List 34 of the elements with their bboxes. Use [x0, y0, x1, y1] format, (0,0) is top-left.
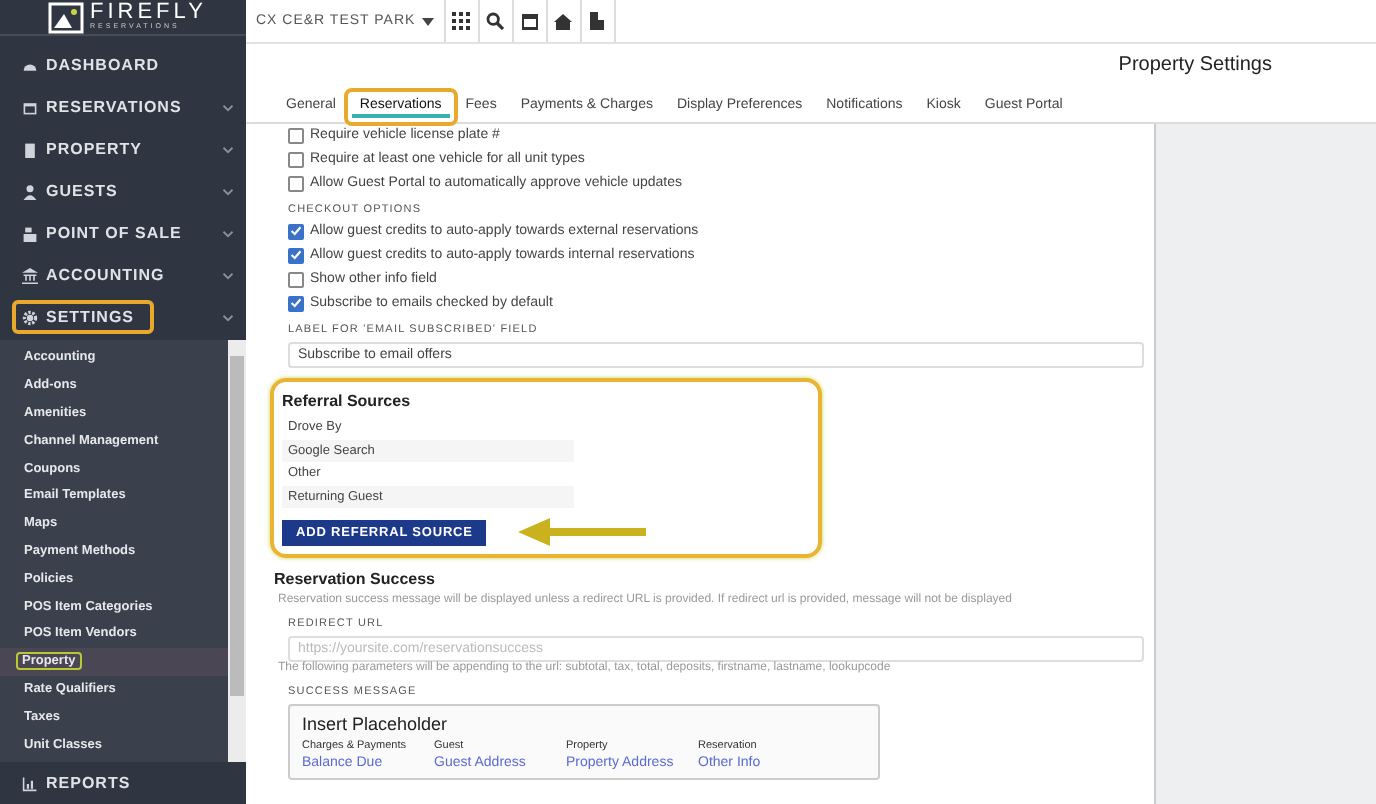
nav-item[interactable]: GUESTS: [12, 174, 128, 208]
home-icon: [554, 13, 573, 29]
caret-icon: [421, 17, 434, 25]
section-title: Referral Sources: [282, 392, 413, 410]
calendar-icon: [521, 12, 538, 30]
logo-icon: [48, 1, 84, 33]
chevron-icon[interactable]: [222, 145, 234, 153]
logo-name: FIREFLY: [90, 2, 207, 25]
chevron-icon[interactable]: [222, 271, 234, 279]
page-title: Property Settings: [1116, 52, 1274, 76]
building-icon: [22, 141, 38, 157]
building-icon: [588, 12, 607, 30]
panel-title: Insert Placeholder: [302, 714, 450, 734]
chevron-icon[interactable]: [222, 187, 234, 195]
nav-item[interactable]: POINT OF SALE: [12, 216, 192, 250]
calendar-icon: [22, 99, 38, 115]
bank-icon: [22, 267, 38, 283]
chevron-icon[interactable]: [222, 313, 234, 321]
search-icon: [486, 12, 505, 30]
nav-item[interactable]: SETTINGS: [12, 300, 155, 334]
section-title: Reservation Success: [274, 570, 437, 588]
nav-item[interactable]: PROPERTY: [12, 132, 153, 166]
nav-item[interactable]: RESERVATIONS: [12, 90, 192, 124]
nav-item[interactable]: DASHBOARD: [12, 48, 169, 82]
person-icon: [22, 183, 38, 199]
check-icon: [290, 296, 302, 310]
nav-item[interactable]: ACCOUNTING: [12, 258, 175, 292]
chart-icon: [22, 775, 38, 791]
chevron-icon[interactable]: [222, 229, 234, 237]
gear-icon: [22, 309, 38, 325]
scrollbar[interactable]: [228, 340, 246, 762]
grid-icon: [452, 12, 471, 30]
nav-item[interactable]: REPORTS: [12, 766, 141, 800]
chevron-icon[interactable]: [222, 103, 234, 111]
